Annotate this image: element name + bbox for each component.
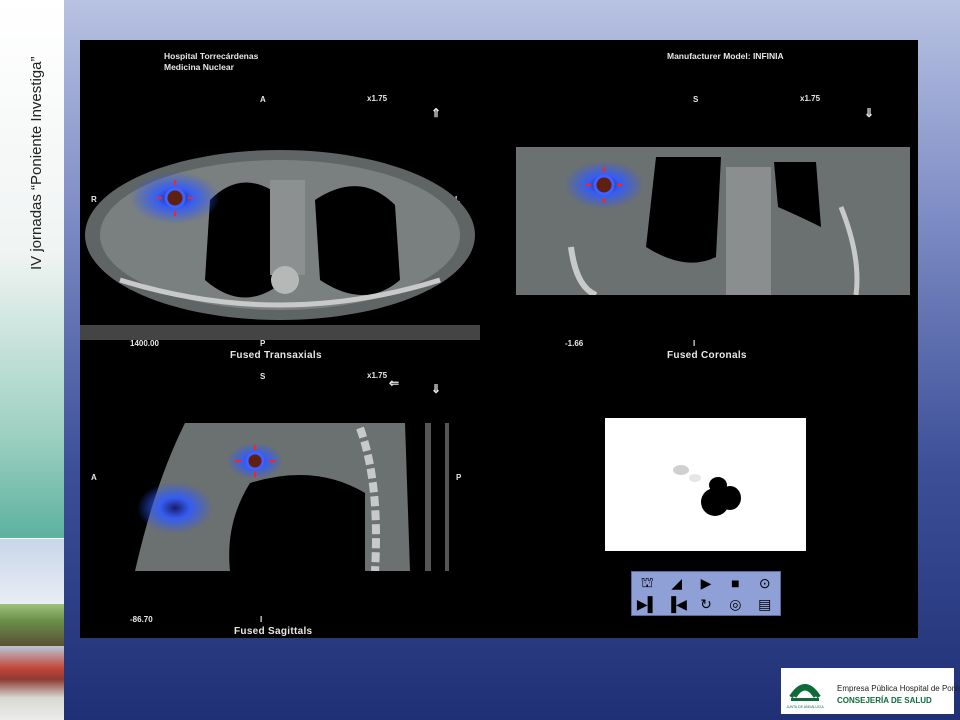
hospital-name: Hospital Torrecárdenas	[164, 51, 259, 61]
transaxial-bottom-label: P	[260, 339, 266, 348]
sagittal-zoom: x1.75	[367, 371, 388, 380]
transaxial-nav-arrow-icon[interactable]: ⇑	[431, 106, 441, 120]
play-icon[interactable]: ▶	[692, 573, 720, 593]
transaxial-value: 1400.00	[130, 339, 159, 348]
hospital-photo-garden	[0, 604, 64, 646]
sagittal-value: -86.70	[130, 615, 153, 624]
coronal-value: -1.66	[565, 339, 584, 348]
logo-company-name: Empresa Pública Hospital de Poniente	[837, 684, 960, 693]
mip-projection-image[interactable]	[605, 418, 806, 551]
vertical-title: IV jornadas “Poniente Investiga”	[28, 30, 48, 280]
sagittal-scan-image[interactable]	[135, 423, 475, 571]
coronal-scan-image[interactable]	[516, 147, 910, 295]
coronal-zoom: x1.75	[800, 94, 821, 103]
manufacturer-model: Manufacturer Model: INFINIA	[667, 51, 784, 61]
target-icon[interactable]: ⊙	[751, 573, 779, 593]
institution-logo: JUNTA DE ANDALUCIA Empresa Pública Hospi…	[781, 668, 960, 714]
sagittal-top-label: S	[260, 372, 266, 381]
hospital-photo-sky	[0, 538, 64, 605]
transaxial-zoom: x1.75	[367, 94, 388, 103]
department-name: Medicina Nuclear	[164, 62, 234, 72]
transaxial-top-label: A	[260, 95, 266, 104]
sagittal-nav-arrow-icon[interactable]: ⇓	[431, 382, 441, 396]
sagittal-caption: Fused Sagittals	[234, 626, 313, 637]
coronal-nav-arrow-icon[interactable]: ⇓	[864, 106, 874, 120]
transaxial-caption: Fused Transaxials	[230, 350, 322, 361]
logo-emblem-text: JUNTA DE ANDALUCIA	[786, 705, 824, 709]
vertical-title-text: IV jornadas “Poniente Investiga”	[28, 56, 45, 270]
coronal-caption: Fused Coronals	[667, 350, 747, 361]
step-forward-icon[interactable]: ▶▌	[633, 594, 661, 614]
rotate-icon[interactable]: ↻	[692, 594, 720, 614]
step-back-icon[interactable]: ▐◀	[662, 594, 690, 614]
sagittal-bottom-label: I	[260, 615, 263, 624]
logo-department-name: CONSEJERÍA DE SALUD	[837, 696, 932, 705]
left-sidebar-strip: IV jornadas “Poniente Investiga”	[0, 0, 64, 720]
tool-icon-1[interactable]: ⛫	[633, 573, 661, 593]
pet-ct-viewer: Hospital Torrecárdenas Medicina Nuclear …	[80, 40, 918, 638]
sagittal-left-label: A	[91, 473, 97, 482]
tool-icon-2[interactable]: ◢	[662, 573, 690, 593]
coronal-bottom-label: I	[693, 339, 696, 348]
spiral-icon[interactable]: ◎	[721, 594, 749, 614]
viewer-toolbar: ⛫ ◢ ▶ ■ ⊙ ▶▌ ▐◀ ↻ ◎ ▤	[631, 571, 781, 616]
stop-icon[interactable]: ■	[721, 573, 749, 593]
sagittal-side-arrow-icon[interactable]: ⇐	[389, 376, 399, 390]
hospital-photo-building	[0, 646, 64, 720]
transaxial-scan-image[interactable]	[80, 140, 480, 340]
coronal-top-label: S	[693, 95, 699, 104]
save-icon[interactable]: ▤	[751, 594, 779, 614]
junta-andalucia-emblem-icon: JUNTA DE ANDALUCIA	[786, 684, 824, 709]
